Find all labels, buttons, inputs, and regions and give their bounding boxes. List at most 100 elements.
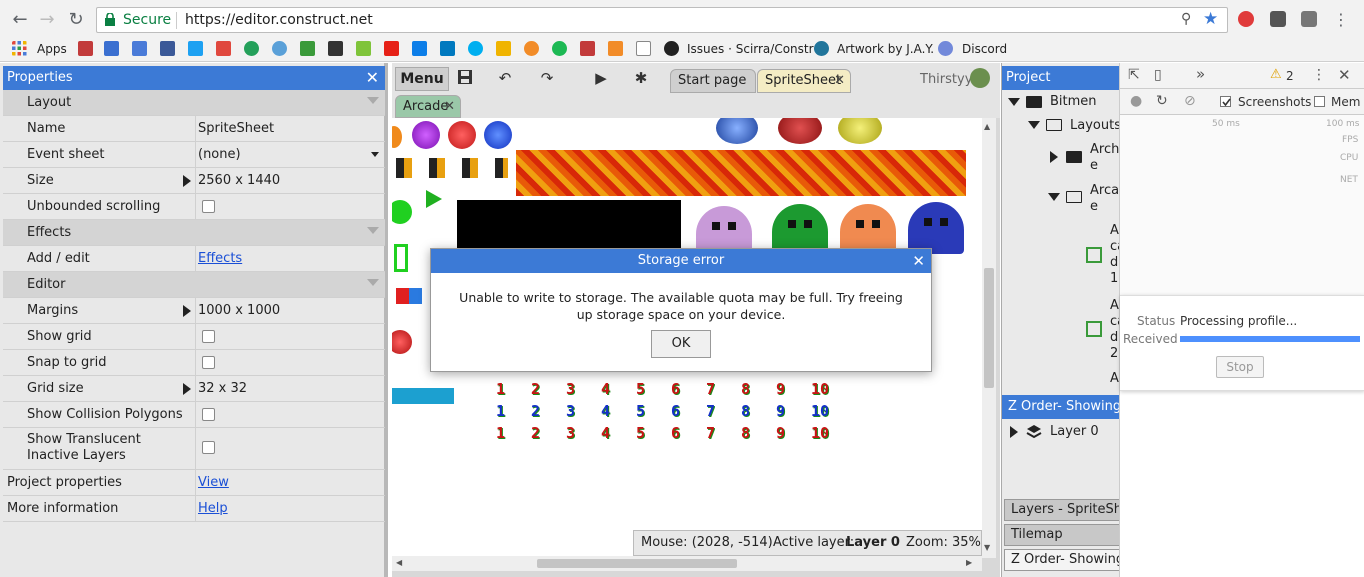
horizontal-scrollbar[interactable]: ◀ ▶ xyxy=(392,556,982,571)
youtube-icon[interactable] xyxy=(384,41,399,56)
vertical-scroll-thumb[interactable] xyxy=(984,268,994,388)
reload-profile-icon[interactable]: ↻ xyxy=(1156,93,1168,109)
extension-mail-icon[interactable] xyxy=(1270,11,1286,27)
stop-button[interactable]: Stop xyxy=(1216,356,1264,378)
bookmark-favicon-8[interactable] xyxy=(272,41,287,56)
collapse-arrow-icon[interactable] xyxy=(1028,121,1040,129)
device-toggle-icon[interactable]: ▯ xyxy=(1154,67,1162,83)
devtools-menu-icon[interactable]: ⋮ xyxy=(1312,67,1326,83)
scroll-right-icon[interactable]: ▶ xyxy=(966,558,972,567)
facebook-icon[interactable] xyxy=(160,41,175,56)
redo-icon[interactable]: ↷ xyxy=(538,69,556,87)
bookmark-favicon-2[interactable] xyxy=(104,41,119,56)
property-row-editor[interactable]: Editor xyxy=(3,272,385,298)
address-bar[interactable]: Secure https://editor.construct.net ⚲ ★ xyxy=(96,7,1228,33)
vertical-scrollbar[interactable]: ▲ ▼ xyxy=(982,118,996,558)
discord-icon[interactable] xyxy=(938,41,953,56)
property-row-layout[interactable]: Layout xyxy=(3,90,385,116)
save-icon[interactable] xyxy=(456,69,474,87)
scroll-down-icon[interactable]: ▼ xyxy=(984,543,990,552)
key-icon[interactable]: ⚲ xyxy=(1181,11,1191,27)
debug-bug-icon[interactable]: ✱ xyxy=(632,69,650,87)
user-name[interactable]: Thirstyy xyxy=(920,72,972,87)
property-checkbox[interactable] xyxy=(202,408,215,421)
bookmark-star-icon[interactable]: ★ xyxy=(1203,9,1218,29)
property-checkbox[interactable] xyxy=(202,356,215,369)
close-icon[interactable]: ✕ xyxy=(912,249,925,273)
bookmark-discord[interactable]: Discord xyxy=(962,40,1007,58)
property-value[interactable]: SpriteSheet xyxy=(198,121,274,136)
forward-arrow-icon[interactable]: → xyxy=(36,9,58,31)
property-link[interactable]: View xyxy=(198,475,229,490)
expand-arrow-icon[interactable] xyxy=(183,175,191,187)
record-icon[interactable]: ● xyxy=(1130,93,1142,109)
spotify-icon[interactable] xyxy=(552,41,567,56)
trello-icon[interactable] xyxy=(440,41,455,56)
property-value[interactable]: 2560 x 1440 xyxy=(198,173,280,188)
bookmark-favicon-1[interactable] xyxy=(78,41,93,56)
section-collapse-icon[interactable] xyxy=(367,279,379,286)
twitter-icon[interactable] xyxy=(188,41,203,56)
tab-zorder[interactable]: Z Order- Showing . xyxy=(1004,549,1120,571)
screenshots-checkbox[interactable] xyxy=(1220,96,1231,107)
property-checkbox[interactable] xyxy=(202,441,215,454)
dropdown-arrow-icon[interactable] xyxy=(371,152,379,157)
warning-icon[interactable]: ⚠ xyxy=(1270,67,1282,82)
github-icon[interactable] xyxy=(664,41,679,56)
devtools-close-icon[interactable]: ✕ xyxy=(1338,66,1351,84)
apps-grid-icon[interactable] xyxy=(12,41,27,56)
tree-layout-item-3[interactable]: A xyxy=(1110,371,1119,386)
bookmark-favicon-6[interactable] xyxy=(216,41,231,56)
expand-arrow-icon[interactable] xyxy=(183,383,191,395)
property-checkbox[interactable] xyxy=(202,330,215,343)
bookmark-apps[interactable]: Apps xyxy=(37,40,67,58)
tab-arcade[interactable]: Arcade ✕ xyxy=(395,95,461,118)
extension-red-icon[interactable] xyxy=(1238,11,1254,27)
bookmark-favicon-10[interactable] xyxy=(328,41,343,56)
bookmark-favicon-9[interactable] xyxy=(300,41,315,56)
page-icon[interactable] xyxy=(636,41,651,56)
bookmark-artwork[interactable]: Artwork by J.A.Y. xyxy=(837,40,934,58)
close-tab-icon[interactable]: ✕ xyxy=(444,96,455,118)
inspect-cursor-icon[interactable]: ⇱ xyxy=(1128,67,1140,83)
close-tab-icon[interactable]: ✕ xyxy=(834,70,845,92)
reload-icon[interactable]: ↻ xyxy=(65,9,87,31)
tab-start-page[interactable]: Start page xyxy=(670,69,756,93)
tab-spritesheet[interactable]: SpriteSheet ✕ xyxy=(757,69,851,93)
tab-tilemap[interactable]: Tilemap xyxy=(1004,524,1120,546)
bookmark-favicon-3[interactable] xyxy=(132,41,147,56)
more-tabs-icon[interactable]: » xyxy=(1196,65,1205,83)
collapse-arrow-icon[interactable] xyxy=(1048,193,1060,201)
property-checkbox[interactable] xyxy=(202,200,215,213)
play-icon[interactable]: ▶ xyxy=(592,69,610,87)
bookmark-favicon-17[interactable] xyxy=(524,41,539,56)
section-collapse-icon[interactable] xyxy=(367,97,379,104)
back-arrow-icon[interactable]: ← xyxy=(9,9,31,31)
menu-button[interactable]: Menu xyxy=(395,67,449,91)
bookmark-favicon-20[interactable] xyxy=(608,41,623,56)
bookmark-issues[interactable]: Issues · Scirra/Constr xyxy=(687,40,814,58)
skype-icon[interactable] xyxy=(468,41,483,56)
property-value[interactable]: 32 x 32 xyxy=(198,381,247,396)
url-text[interactable]: https://editor.construct.net xyxy=(185,12,373,28)
expand-arrow-icon[interactable] xyxy=(183,305,191,317)
memory-checkbox[interactable] xyxy=(1314,96,1325,107)
expand-arrow-icon[interactable] xyxy=(1010,426,1018,438)
scroll-left-icon[interactable]: ◀ xyxy=(396,558,402,567)
tree-folder-archi[interactable]: Archi e xyxy=(1090,142,1123,174)
dropbox-icon[interactable] xyxy=(412,41,427,56)
bookmark-favicon-19[interactable] xyxy=(580,41,595,56)
property-link[interactable]: Help xyxy=(198,501,228,516)
tab-layers[interactable]: Layers - SpriteShee xyxy=(1004,499,1120,521)
browser-menu-icon[interactable]: ⋮ xyxy=(1330,9,1352,31)
extension-gray-icon[interactable] xyxy=(1301,11,1317,27)
bookmark-favicon-7[interactable] xyxy=(244,41,259,56)
ok-button[interactable]: OK xyxy=(651,330,711,358)
collapse-arrow-icon[interactable] xyxy=(1008,98,1020,106)
property-link[interactable]: Effects xyxy=(198,251,242,266)
tree-root[interactable]: Bitmen xyxy=(1050,94,1097,109)
wordpress-icon[interactable] xyxy=(814,41,829,56)
bookmark-favicon-11[interactable] xyxy=(356,41,371,56)
property-value[interactable]: (none) xyxy=(198,147,241,162)
scroll-up-icon[interactable]: ▲ xyxy=(984,122,990,131)
